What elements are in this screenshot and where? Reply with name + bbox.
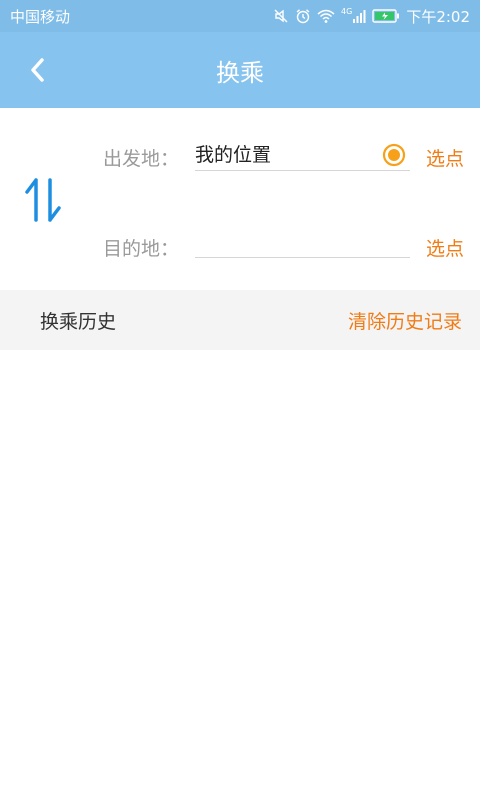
swap-button[interactable] — [22, 176, 66, 224]
signal-icon: 4G — [341, 8, 366, 24]
my-location-button[interactable] — [382, 143, 406, 167]
history-title: 换乘历史 — [40, 310, 117, 333]
origin-field[interactable]: 我的位置 — [195, 137, 410, 171]
destination-field[interactable] — [195, 224, 410, 258]
wifi-icon — [317, 8, 335, 24]
origin-value: 我的位置 — [195, 144, 272, 166]
origin-label: 出发地： — [103, 148, 180, 170]
page-title: 换乘 — [216, 58, 264, 87]
my-location-icon — [382, 143, 406, 167]
swap-arrows-icon — [25, 178, 61, 222]
status-icons: 4G 下午2:02 — [273, 6, 470, 27]
route-form: 出发地： 我的位置 选点 目的地： 选点 — [0, 108, 480, 290]
battery-charging-icon — [372, 9, 400, 23]
back-button[interactable] — [18, 50, 58, 90]
app-bar: 换乘 — [0, 32, 480, 108]
clock-time: 下午2:02 — [406, 7, 470, 26]
origin-pick-link[interactable]: 选点 — [426, 144, 464, 171]
alarm-icon — [295, 8, 311, 24]
carrier-label: 中国移动 — [10, 7, 71, 26]
history-header: 换乘历史 清除历史记录 — [0, 290, 480, 350]
destination-pick-link[interactable]: 选点 — [426, 234, 464, 261]
back-chevron-icon — [31, 58, 44, 82]
status-bar: 中国移动 4G 下午2:02 — [0, 0, 480, 32]
clear-history-button[interactable]: 清除历史记录 — [348, 307, 462, 334]
destination-label: 目的地： — [103, 238, 180, 260]
mute-icon — [273, 8, 289, 24]
network-badge: 4G — [341, 7, 353, 16]
